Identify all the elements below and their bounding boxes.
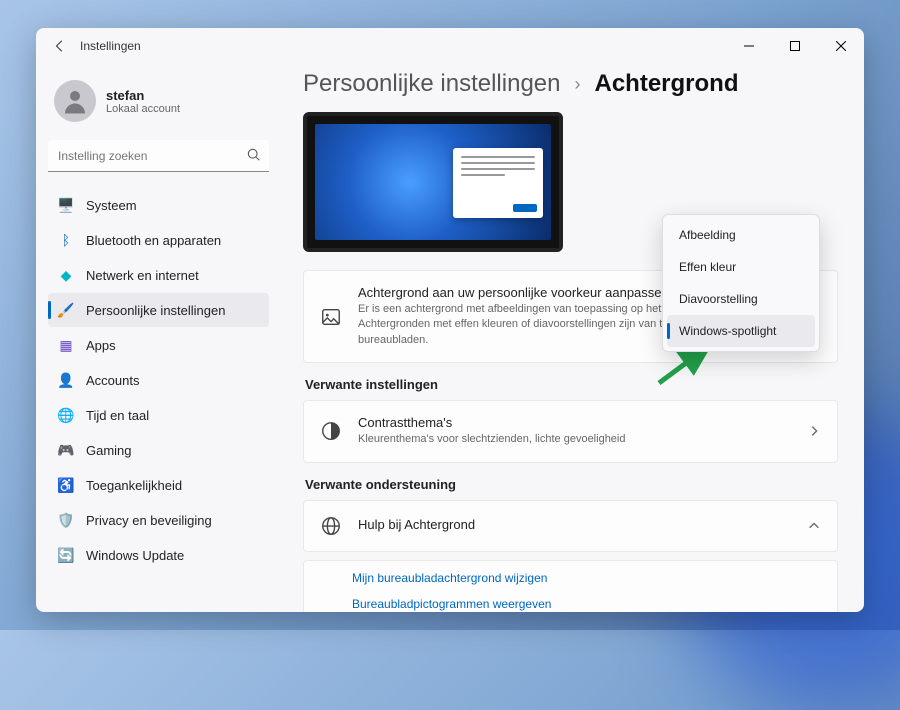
sidebar-item-label: Toegankelijkheid <box>86 478 182 493</box>
chevron-up-icon <box>807 519 821 533</box>
sidebar-item-label: Apps <box>86 338 116 353</box>
search-input[interactable] <box>48 140 269 172</box>
sidebar-item-systeem[interactable]: 🖥️ Systeem <box>48 188 269 222</box>
image-icon <box>320 306 342 328</box>
nav-icon: 👤 <box>58 372 74 388</box>
nav-icon: 🛡️ <box>58 512 74 528</box>
sidebar-item-bluetooth-en-apparaten[interactable]: ᛒ Bluetooth en apparaten <box>48 223 269 257</box>
preview-window-mock <box>453 148 543 218</box>
section-heading-related-support: Verwante ondersteuning <box>305 477 838 492</box>
sidebar-item-gaming[interactable]: 🎮 Gaming <box>48 433 269 467</box>
avatar <box>54 80 96 122</box>
card-title: Contrastthema's <box>358 415 791 430</box>
dropdown-option-windows-spotlight[interactable]: Windows-spotlight <box>667 315 815 347</box>
nav-icon: ▦ <box>58 337 74 353</box>
link-change-wallpaper[interactable]: Mijn bureaubladachtergrond wijzigen <box>352 565 821 591</box>
desktop-preview <box>303 112 563 252</box>
arrow-left-icon <box>53 39 67 53</box>
globe-icon <box>320 515 342 537</box>
sidebar-item-persoonlijke-instellingen[interactable]: 🖌️ Persoonlijke instellingen <box>48 293 269 327</box>
sidebar-item-privacy-en-beveiliging[interactable]: 🛡️ Privacy en beveiliging <box>48 503 269 537</box>
close-icon <box>836 41 846 51</box>
window-title: Instellingen <box>80 39 141 53</box>
settings-window: Instellingen stefan Lokaal account 🖥️ <box>36 28 864 612</box>
sidebar-item-label: Windows Update <box>86 548 184 563</box>
window-body: stefan Lokaal account 🖥️ Systeem ᛒ Bluetoot… <box>36 64 864 612</box>
sidebar-item-label: Persoonlijke instellingen <box>86 303 225 318</box>
user-name: stefan <box>106 88 180 103</box>
breadcrumb-parent[interactable]: Persoonlijke instellingen <box>303 70 560 98</box>
nav-icon: 🖥️ <box>58 197 74 213</box>
sidebar: stefan Lokaal account 🖥️ Systeem ᛒ Bluetoot… <box>36 64 281 612</box>
dropdown-option-diavoorstelling[interactable]: Diavoorstelling <box>667 283 815 315</box>
card-title: Hulp bij Achtergrond <box>358 517 791 532</box>
sidebar-item-label: Tijd en taal <box>86 408 149 423</box>
sidebar-item-label: Accounts <box>86 373 139 388</box>
minimize-icon <box>744 41 754 51</box>
sidebar-item-label: Bluetooth en apparaten <box>86 233 221 248</box>
nav-icon: 🌐 <box>58 407 74 423</box>
background-type-dropdown: AfbeeldingEffen kleurDiavoorstellingWind… <box>662 214 820 352</box>
nav-icon: 🖌️ <box>58 302 74 318</box>
sidebar-item-accounts[interactable]: 👤 Accounts <box>48 363 269 397</box>
main-content: Persoonlijke instellingen › Achtergrond … <box>281 64 864 612</box>
sidebar-item-toegankelijkheid[interactable]: ♿ Toegankelijkheid <box>48 468 269 502</box>
section-heading-related-settings: Verwante instellingen <box>305 377 838 392</box>
dropdown-option-effen-kleur[interactable]: Effen kleur <box>667 251 815 283</box>
sidebar-item-label: Privacy en beveiliging <box>86 513 212 528</box>
person-icon <box>60 86 90 116</box>
nav-list: 🖥️ Systeem ᛒ Bluetooth en apparaten ◆ Netwerk… <box>48 188 269 572</box>
nav-icon: 🎮 <box>58 442 74 458</box>
maximize-button[interactable] <box>772 28 818 64</box>
titlebar: Instellingen <box>36 28 864 64</box>
search-box <box>48 140 269 172</box>
minimize-button[interactable] <box>726 28 772 64</box>
window-controls <box>726 28 864 64</box>
sidebar-item-apps[interactable]: ▦ Apps <box>48 328 269 362</box>
sidebar-item-label: Netwerk en internet <box>86 268 199 283</box>
dropdown-option-afbeelding[interactable]: Afbeelding <box>667 219 815 251</box>
nav-icon: ◆ <box>58 267 74 283</box>
sidebar-item-tijd-en-taal[interactable]: 🌐 Tijd en taal <box>48 398 269 432</box>
close-button[interactable] <box>818 28 864 64</box>
contrast-icon <box>320 420 342 442</box>
nav-icon: 🔄 <box>58 547 74 563</box>
nav-icon: ᛒ <box>58 232 74 248</box>
search-icon <box>247 148 261 162</box>
user-subtitle: Lokaal account <box>106 103 180 115</box>
sidebar-item-netwerk-en-internet[interactable]: ◆ Netwerk en internet <box>48 258 269 292</box>
breadcrumb: Persoonlijke instellingen › Achtergrond <box>303 70 838 98</box>
help-links: Mijn bureaubladachtergrond wijzigen Bure… <box>303 560 838 612</box>
nav-icon: ♿ <box>58 477 74 493</box>
card-description: Kleurenthema's voor slechtzienden, licht… <box>358 432 791 447</box>
user-profile[interactable]: stefan Lokaal account <box>48 72 269 136</box>
chevron-right-icon: › <box>574 74 580 95</box>
maximize-icon <box>790 41 800 51</box>
sidebar-item-label: Gaming <box>86 443 132 458</box>
contrast-themes-card[interactable]: Contrastthema's Kleurenthema's voor slec… <box>303 400 838 462</box>
chevron-right-icon <box>807 424 821 438</box>
back-button[interactable] <box>44 30 76 62</box>
link-show-desktop-icons[interactable]: Bureaubladpictogrammen weergeven <box>352 591 821 612</box>
sidebar-item-label: Systeem <box>86 198 137 213</box>
breadcrumb-current: Achtergrond <box>594 70 738 98</box>
help-background-card[interactable]: Hulp bij Achtergrond <box>303 500 838 552</box>
sidebar-item-windows-update[interactable]: 🔄 Windows Update <box>48 538 269 572</box>
